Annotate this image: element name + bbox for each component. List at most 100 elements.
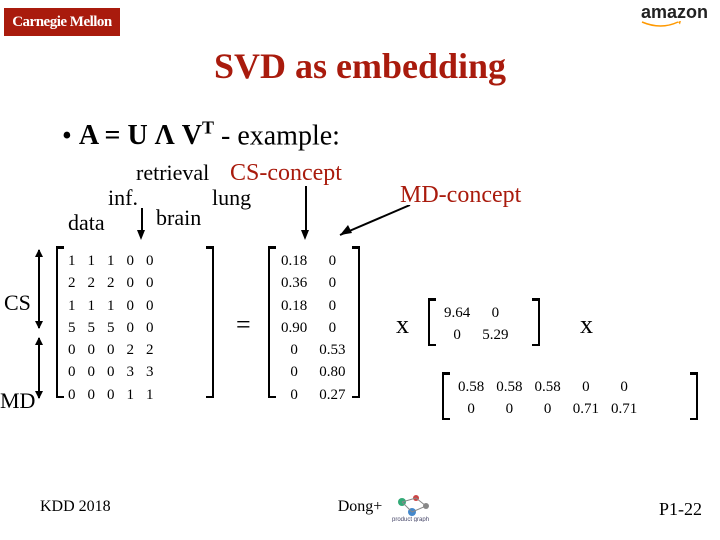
matrix-cell: 2 bbox=[140, 339, 160, 361]
matrix-cell: 0.71 bbox=[567, 398, 605, 420]
matrix-cell: 0 bbox=[275, 339, 313, 361]
matrix-cell: 0 bbox=[121, 272, 141, 294]
side-md: MD bbox=[0, 388, 35, 414]
matrix-cell: 0 bbox=[140, 295, 160, 317]
matrix-cell: 0 bbox=[476, 302, 514, 324]
matrix-cell: 0 bbox=[452, 398, 490, 420]
md-range-bar bbox=[38, 338, 40, 398]
matrix-cell: 0 bbox=[490, 398, 528, 420]
matrix-cell: 2 bbox=[121, 339, 141, 361]
matrix-cell: 0 bbox=[101, 361, 121, 383]
side-cs: CS bbox=[4, 290, 31, 316]
cs-range-bar bbox=[38, 250, 40, 328]
matrix-cell: 1 bbox=[101, 250, 121, 272]
matrix-cell: 9.64 bbox=[438, 302, 476, 324]
matrix-cell: 0.18 bbox=[275, 295, 313, 317]
matrix-cell: 0.53 bbox=[313, 339, 351, 361]
arrow-icon bbox=[141, 208, 143, 230]
bullet-b: V bbox=[175, 120, 202, 151]
matrix-cell: 0 bbox=[82, 339, 102, 361]
matrix-S: 9.64005.29 bbox=[438, 302, 515, 347]
matrix-cell: 1 bbox=[121, 384, 141, 406]
matrix-cell: 0.90 bbox=[275, 317, 313, 339]
matrix-cell: 0 bbox=[275, 361, 313, 383]
matrix-cell: 2 bbox=[62, 272, 82, 294]
matrix-cell: 0 bbox=[313, 295, 351, 317]
bullet-equation: • A = U Λ VT - example: bbox=[62, 118, 340, 152]
matrix-cell: 0 bbox=[62, 339, 82, 361]
matrix-cell: 2 bbox=[101, 272, 121, 294]
matrix-cell: 2 bbox=[82, 272, 102, 294]
bullet-a: A = U bbox=[79, 120, 155, 151]
matrix-cell: 0 bbox=[121, 295, 141, 317]
svg-text:product graph: product graph bbox=[392, 517, 429, 522]
matrix-cell: 0.58 bbox=[529, 376, 567, 398]
amazon-smile-icon bbox=[641, 21, 681, 29]
matrix-cell: 0 bbox=[82, 361, 102, 383]
matrix-cell: 0 bbox=[101, 339, 121, 361]
arrow-icon bbox=[305, 186, 307, 230]
matrix-cell: 0 bbox=[313, 317, 351, 339]
matrix-cell: 0 bbox=[140, 272, 160, 294]
matrix-cell: 0 bbox=[529, 398, 567, 420]
equals-sign: = bbox=[236, 310, 251, 340]
label-data: data bbox=[68, 210, 105, 236]
matrix-cell: 3 bbox=[121, 361, 141, 383]
matrix-cell: 1 bbox=[140, 384, 160, 406]
bullet-sup: T bbox=[202, 118, 214, 138]
label-inf: inf. bbox=[108, 185, 138, 211]
arrow-down-icon bbox=[301, 230, 309, 240]
amazon-logo: amazon bbox=[641, 2, 708, 29]
matrix-cell: 3 bbox=[140, 361, 160, 383]
times-2: x bbox=[580, 310, 593, 340]
label-cs-concept: CS-concept bbox=[230, 160, 342, 187]
matrix-cell: 0.27 bbox=[313, 384, 351, 406]
bullet-tail: - example: bbox=[214, 120, 340, 151]
matrix-cell: 0 bbox=[62, 361, 82, 383]
matrix-cell: 0 bbox=[82, 384, 102, 406]
matrix-cell: 0 bbox=[101, 384, 121, 406]
matrix-cell: 5.29 bbox=[476, 324, 514, 346]
matrix-cell: 0.58 bbox=[452, 376, 490, 398]
matrix-cell: 5 bbox=[62, 317, 82, 339]
label-lung: lung bbox=[212, 185, 251, 211]
slide-title: SVD as embedding bbox=[0, 45, 720, 87]
matrix-cell: 0 bbox=[62, 384, 82, 406]
cmu-logo: Carnegie Mellon bbox=[4, 8, 120, 36]
matrix-cell: 0 bbox=[438, 324, 476, 346]
amazon-logo-text: amazon bbox=[641, 2, 708, 22]
arrow-diag-icon bbox=[330, 205, 420, 245]
matrix-cell: 1 bbox=[62, 295, 82, 317]
matrix-cell: 5 bbox=[82, 317, 102, 339]
matrix-cell: 0 bbox=[275, 384, 313, 406]
matrix-cell: 5 bbox=[101, 317, 121, 339]
bullet-dot: • bbox=[62, 120, 79, 151]
footer-author: Dong+ bbox=[0, 498, 720, 516]
lambda-icon: Λ bbox=[155, 120, 175, 151]
matrix-cell: 0 bbox=[567, 376, 605, 398]
matrix-cell: 0.71 bbox=[605, 398, 643, 420]
label-brain: brain bbox=[156, 205, 201, 231]
matrix-cell: 0.36 bbox=[275, 272, 313, 294]
matrix-cell: 0 bbox=[140, 317, 160, 339]
matrix-cell: 0.18 bbox=[275, 250, 313, 272]
matrix-cell: 1 bbox=[82, 250, 102, 272]
matrix-Vt: 0.580.580.58000000.710.71 bbox=[452, 376, 643, 421]
product-graph-icon: product graph bbox=[392, 492, 442, 522]
label-retrieval: retrieval bbox=[136, 160, 209, 186]
matrix-cell: 1 bbox=[62, 250, 82, 272]
matrix-cell: 1 bbox=[101, 295, 121, 317]
matrix-cell: 0 bbox=[121, 317, 141, 339]
matrix-cell: 0.80 bbox=[313, 361, 351, 383]
times-1: x bbox=[396, 310, 409, 340]
matrix-cell: 0.58 bbox=[490, 376, 528, 398]
matrix-cell: 0 bbox=[313, 250, 351, 272]
matrix-U: 0.1800.3600.1800.90000.5300.8000.27 bbox=[275, 250, 352, 406]
page-number: P1-22 bbox=[659, 499, 702, 520]
matrix-cell: 0 bbox=[313, 272, 351, 294]
matrix-cell: 0 bbox=[605, 376, 643, 398]
matrix-cell: 1 bbox=[82, 295, 102, 317]
arrow-down-icon bbox=[137, 230, 145, 240]
matrix-cell: 0 bbox=[121, 250, 141, 272]
matrix-cell: 0 bbox=[140, 250, 160, 272]
